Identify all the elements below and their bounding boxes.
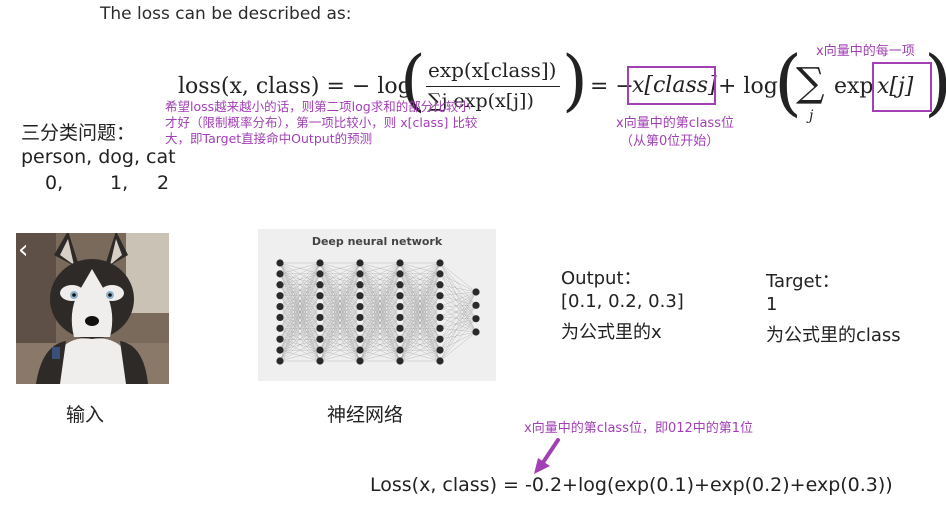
chevron-left-icon[interactable]: ‹ xyxy=(18,237,28,263)
network-node xyxy=(436,281,444,289)
network-edge xyxy=(439,262,477,293)
network-node xyxy=(396,346,404,354)
class-index-2: 2 xyxy=(157,172,170,194)
target-title: Target： xyxy=(766,271,840,292)
input-dog-image: ‹ xyxy=(16,233,169,384)
formula-sum-symbol: ∑ xyxy=(796,60,825,106)
network-node xyxy=(276,259,284,267)
network-node xyxy=(356,335,364,343)
network-node xyxy=(436,270,444,278)
output-value: [0.1, 0.2, 0.3] xyxy=(561,291,684,312)
network-edge xyxy=(439,317,477,319)
output-title: Output： xyxy=(561,268,642,289)
network-node xyxy=(276,335,284,343)
network-node xyxy=(396,259,404,267)
network-diagram xyxy=(276,259,480,365)
class-index-1: 1, xyxy=(110,172,129,194)
formula-exp: exp xyxy=(834,74,874,99)
network-node xyxy=(472,328,480,336)
loss-computation: Loss(x, class) = -0.2+log(exp(0.1)+exp(0… xyxy=(370,474,893,496)
highlight-box-x-class xyxy=(627,66,716,105)
network-node xyxy=(276,324,284,332)
network-node xyxy=(396,270,404,278)
network-node xyxy=(276,346,284,354)
network-node xyxy=(316,357,324,365)
input-label: 输入 xyxy=(66,404,105,426)
network-node xyxy=(436,357,444,365)
annotation-class-index-zero: （从第0位开始） xyxy=(620,134,720,149)
network-node xyxy=(316,259,324,267)
class-index-0: 0, xyxy=(45,172,64,194)
network-node xyxy=(472,315,480,323)
problem-classes: person, dog, cat xyxy=(21,146,176,168)
formula-sum-index: j xyxy=(809,108,814,124)
network-node xyxy=(436,335,444,343)
network-node xyxy=(356,346,364,354)
network-node xyxy=(356,302,364,311)
network-node xyxy=(276,357,284,365)
network-edge xyxy=(439,305,477,307)
network-edge xyxy=(439,305,477,351)
network-node xyxy=(472,301,480,309)
formula-lhs: loss(x, class) = − log xyxy=(178,74,412,99)
network-node xyxy=(276,281,284,289)
network-node xyxy=(316,313,324,322)
annotation-arrow-note: x向量中的第class位，即012中的第1位 xyxy=(524,421,754,436)
network-node xyxy=(316,281,324,289)
network-node xyxy=(396,292,404,300)
output-description: 为公式里的x xyxy=(561,322,662,343)
network-node xyxy=(436,292,444,300)
network-edge xyxy=(439,291,477,351)
network-node xyxy=(396,324,404,332)
problem-title: 三分类问题： xyxy=(21,122,136,144)
target-description: 为公式里的class xyxy=(766,325,901,346)
highlight-box-x-j xyxy=(872,62,932,112)
network-node xyxy=(436,324,444,332)
neural-network-image: Deep neural network xyxy=(258,229,496,381)
network-edge xyxy=(439,331,477,351)
network-node xyxy=(316,292,324,300)
network-node xyxy=(436,313,444,322)
network-node xyxy=(396,313,404,322)
network-node xyxy=(396,302,404,311)
network-title: Deep neural network xyxy=(311,235,443,248)
network-node xyxy=(356,292,364,300)
network-node xyxy=(356,270,364,278)
network-node xyxy=(356,259,364,267)
network-node xyxy=(436,346,444,354)
network-node xyxy=(436,259,444,267)
network-edge xyxy=(439,331,477,362)
network-edge xyxy=(439,273,477,293)
network-node xyxy=(356,324,364,332)
formula-close-paren-2: ) xyxy=(924,40,946,124)
network-node xyxy=(276,302,284,311)
network-node xyxy=(396,281,404,289)
network-node xyxy=(396,335,404,343)
formula-close-paren: ) xyxy=(562,42,588,119)
annotation-loss-explanation: 希望loss越来越小的话，则第二项log求和的部分比较小才好（限制概率分布），第… xyxy=(165,99,478,146)
network-node xyxy=(316,346,324,354)
annotation-each-item: x向量中的每一项 xyxy=(816,44,915,59)
network-node xyxy=(316,270,324,278)
annotation-class-index: x向量中的第class位 xyxy=(616,116,734,131)
network-node xyxy=(396,357,404,365)
target-value: 1 xyxy=(766,294,778,315)
network-node xyxy=(356,313,364,322)
network-node xyxy=(436,302,444,311)
fraction-bar xyxy=(426,86,560,87)
network-node xyxy=(316,302,324,311)
page-heading: The loss can be described as: xyxy=(100,4,352,24)
network-node xyxy=(472,288,480,296)
network-node xyxy=(356,281,364,289)
formula-plus-log: + log xyxy=(718,74,778,99)
network-node xyxy=(316,335,324,343)
network-label: 神经网络 xyxy=(327,404,404,426)
network-node xyxy=(316,324,324,332)
network-node xyxy=(276,313,284,322)
annotation-arrow-icon xyxy=(534,438,560,474)
network-node xyxy=(276,270,284,278)
formula-fraction-numerator: exp(x[class]) xyxy=(428,58,557,82)
network-node xyxy=(356,357,364,365)
network-node xyxy=(276,292,284,300)
